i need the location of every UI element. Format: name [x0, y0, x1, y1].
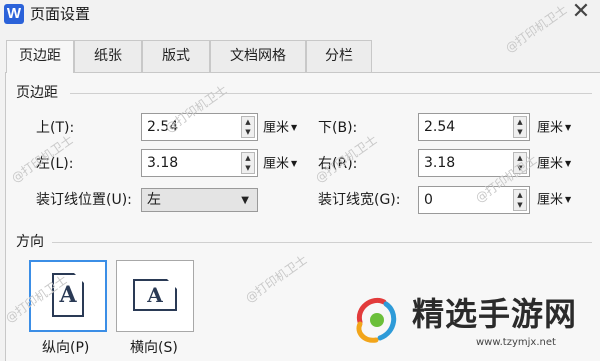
spin-down-icon[interactable]: ▼ [242, 163, 254, 173]
margins-section-label: 页边距 [16, 84, 62, 102]
margins-section-rule [70, 93, 592, 94]
gutter-position-select[interactable]: 左 ▼ [141, 188, 258, 212]
spin-up-icon[interactable]: ▲ [514, 190, 526, 200]
orientation-section-rule [52, 242, 592, 243]
left-margin-spinner[interactable]: ▲ ▼ [241, 152, 255, 174]
gutter-position-label: 装订线位置(U): [36, 192, 132, 208]
gutter-width-unit[interactable]: 厘米 ▼ [537, 191, 571, 210]
top-margin-input[interactable]: 2.54 ▲ ▼ [141, 113, 258, 141]
left-margin-label: 左(L): [36, 156, 74, 172]
top-margin-unit[interactable]: 厘米 ▼ [263, 119, 297, 138]
bottom-margin-input[interactable]: 2.54 ▲ ▼ [418, 113, 530, 141]
spin-down-icon[interactable]: ▼ [514, 200, 526, 210]
landscape-page-icon: A [133, 279, 177, 311]
portrait-label: 纵向(P) [42, 340, 90, 356]
portrait-page-icon: A [52, 273, 84, 317]
right-margin-value: 3.18 [424, 155, 456, 171]
spin-up-icon[interactable]: ▲ [242, 117, 254, 127]
spin-down-icon[interactable]: ▼ [514, 163, 526, 173]
brand-url: www.tzymjx.net [476, 337, 556, 348]
dropdown-arrow-icon[interactable]: ▼ [241, 192, 249, 210]
bottom-margin-spinner[interactable]: ▲ ▼ [513, 116, 527, 138]
tab-columns[interactable]: 分栏 [306, 40, 372, 72]
dialog-title: 页面设置 [30, 5, 91, 23]
brand-name: 精选手游网 [412, 295, 578, 333]
site-brand: 精选手游网 www.tzymjx.net [340, 288, 600, 361]
spin-down-icon[interactable]: ▼ [514, 127, 526, 137]
bottom-margin-unit[interactable]: 厘米 ▼ [537, 119, 571, 138]
gutter-width-input[interactable]: 0 ▲ ▼ [418, 186, 530, 214]
bottom-margin-value: 2.54 [424, 119, 456, 135]
top-margin-spinner[interactable]: ▲ ▼ [241, 116, 255, 138]
caret-down-icon: ▼ [291, 159, 298, 168]
right-margin-label: 右(R): [318, 156, 358, 172]
top-margin-value: 2.54 [147, 119, 179, 135]
brand-logo-icon [356, 298, 397, 343]
portrait-button[interactable]: A [29, 260, 107, 332]
landscape-button[interactable]: A [116, 260, 194, 332]
top-margin-label: 上(T): [36, 120, 75, 136]
tab-layout[interactable]: 版式 [142, 40, 210, 72]
right-margin-input[interactable]: 3.18 ▲ ▼ [418, 149, 530, 177]
left-margin-input[interactable]: 3.18 ▲ ▼ [141, 149, 258, 177]
orientation-section-label: 方向 [16, 233, 48, 251]
gutter-width-value: 0 [424, 192, 433, 208]
spin-up-icon[interactable]: ▲ [242, 153, 254, 163]
gutter-position-value: 左 [147, 192, 161, 208]
spin-up-icon[interactable]: ▲ [514, 117, 526, 127]
caret-down-icon: ▼ [565, 159, 572, 168]
caret-down-icon: ▼ [565, 123, 572, 132]
right-margin-spinner[interactable]: ▲ ▼ [513, 152, 527, 174]
caret-down-icon: ▼ [565, 195, 572, 204]
right-margin-unit[interactable]: 厘米 ▼ [537, 155, 571, 174]
tab-paper[interactable]: 纸张 [74, 40, 142, 72]
bottom-margin-label: 下(B): [318, 120, 358, 136]
caret-down-icon: ▼ [291, 123, 298, 132]
gutter-width-label: 装订线宽(G): [318, 192, 401, 208]
gutter-width-spinner[interactable]: ▲ ▼ [513, 189, 527, 211]
close-icon[interactable]: ✕ [569, 1, 593, 25]
spin-down-icon[interactable]: ▼ [242, 127, 254, 137]
wps-writer-icon: W [4, 4, 24, 24]
tab-document-grid[interactable]: 文档网格 [210, 40, 306, 72]
tab-margins[interactable]: 页边距 [6, 40, 74, 73]
landscape-label: 横向(S) [130, 340, 178, 356]
spin-up-icon[interactable]: ▲ [514, 153, 526, 163]
title-bar: W 页面设置 ✕ [0, 0, 600, 30]
left-margin-value: 3.18 [147, 155, 179, 171]
left-margin-unit[interactable]: 厘米 ▼ [263, 155, 297, 174]
